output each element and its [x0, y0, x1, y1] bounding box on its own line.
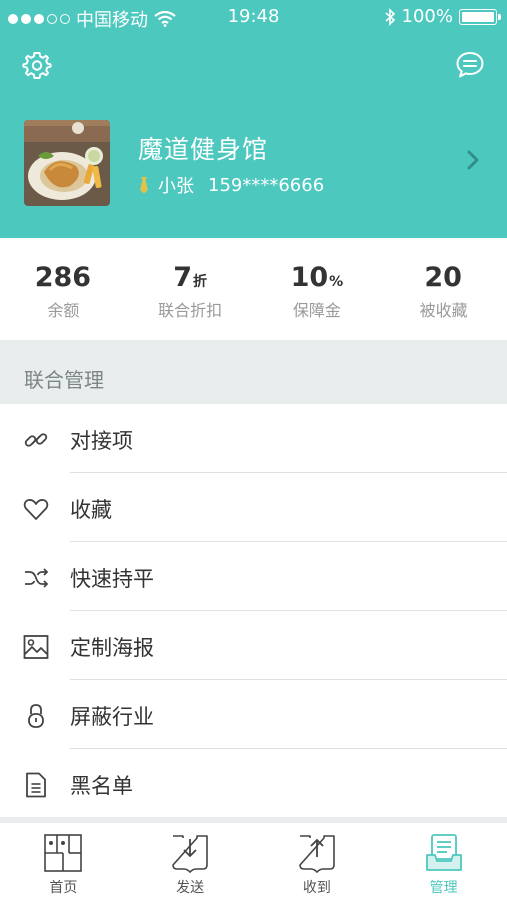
manage-icon	[425, 834, 462, 871]
menu-item-block-industry[interactable]: 屏蔽行业	[0, 680, 507, 749]
tie-icon	[140, 177, 148, 194]
menu-label: 定制海报	[70, 636, 154, 660]
tab-receive[interactable]: 收到	[254, 823, 381, 900]
link-icon	[24, 433, 48, 447]
tab-label: 发送	[176, 880, 205, 896]
stat-label: 联合折扣	[158, 301, 223, 320]
menu-label: 收藏	[70, 498, 112, 522]
menu-item-custom-poster[interactable]: 定制海报	[0, 611, 507, 680]
profile-header: 中国移动 19:48 100% 魔道健身馆 小张 159****6666	[0, 0, 507, 238]
stat-value: 20	[424, 262, 462, 293]
stat-balance[interactable]: 286 余额	[0, 238, 127, 340]
menu-item-favorites[interactable]: 收藏	[0, 473, 507, 542]
stat-label: 余额	[47, 301, 80, 320]
settings-button[interactable]	[22, 50, 52, 80]
battery-percent: 100%	[401, 6, 453, 27]
user-info: 小张 159****6666	[138, 172, 324, 198]
heart-icon	[23, 499, 49, 520]
tab-send[interactable]: 发送	[127, 823, 254, 900]
gym-name: 魔道健身馆	[138, 135, 269, 164]
tab-label: 管理	[429, 880, 458, 896]
document-icon	[26, 772, 46, 798]
user-name: 小张	[158, 176, 194, 197]
menu-item-blacklist[interactable]: 黑名单	[0, 749, 507, 818]
stat-deposit[interactable]: 10% 保障金	[254, 238, 381, 340]
section-title: 联合管理	[24, 368, 104, 392]
menu-label: 黑名单	[70, 774, 133, 798]
shuffle-icon	[25, 568, 49, 588]
status-bar: 中国移动 19:48 100%	[0, 0, 507, 34]
lock-icon	[28, 704, 44, 728]
menu-item-quick-balance[interactable]: 快速持平	[0, 542, 507, 611]
tab-bar: 首页 发送 收到 管理	[0, 823, 507, 900]
tab-manage[interactable]: 管理	[380, 823, 507, 900]
home-grid-icon	[44, 834, 83, 872]
menu-label: 对接项	[70, 429, 133, 453]
menu-item-dock[interactable]: 对接项	[0, 404, 507, 473]
stat-value: 7	[173, 262, 193, 293]
battery-icon	[459, 8, 501, 25]
bluetooth-icon	[385, 7, 395, 26]
image-icon	[23, 635, 49, 659]
stat-label: 被收藏	[419, 301, 468, 320]
section-header: 联合管理	[0, 340, 507, 404]
message-button[interactable]	[455, 50, 485, 80]
stat-favorited[interactable]: 20 被收藏	[380, 238, 507, 340]
chat-bubble-icon	[456, 52, 484, 78]
tab-label: 首页	[49, 880, 78, 896]
stat-discount[interactable]: 7折 联合折扣	[127, 238, 254, 340]
menu-list: 对接项 收藏 快速持平 定制海报 屏蔽行业 黑名单	[0, 404, 507, 818]
menu-label: 屏蔽行业	[70, 705, 154, 729]
stat-value: 10	[290, 262, 329, 293]
user-phone: 159****6666	[208, 174, 325, 196]
menu-label: 快速持平	[70, 567, 154, 591]
stat-label: 保障金	[292, 301, 341, 320]
avatar	[24, 120, 110, 206]
stat-unit: 折	[193, 274, 208, 290]
stat-unit: %	[329, 274, 344, 290]
gear-icon	[22, 52, 52, 79]
tab-home[interactable]: 首页	[0, 823, 127, 900]
stats-row: 286 余额 7折 联合折扣 10% 保障金 20 被收藏	[0, 238, 507, 340]
chevron-right-icon	[467, 150, 479, 170]
stat-value: 286	[34, 262, 92, 293]
receive-icon	[299, 835, 335, 873]
send-icon	[172, 835, 208, 873]
tab-label: 收到	[302, 880, 331, 896]
profile-card[interactable]: 魔道健身馆 小张 159****6666	[24, 120, 484, 206]
